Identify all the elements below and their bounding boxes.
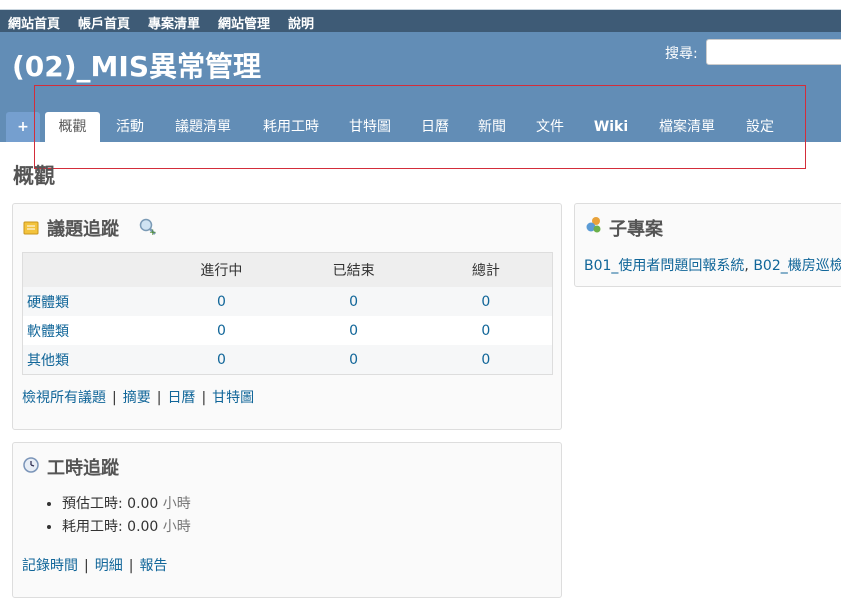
- closed-count-link[interactable]: 0: [349, 294, 358, 310]
- zoom-icon[interactable]: +: [138, 217, 158, 241]
- table-row: 其他類 0 0 0: [22, 345, 553, 375]
- total-count-link[interactable]: 0: [481, 323, 490, 339]
- tab-files[interactable]: 檔案清單: [652, 112, 722, 142]
- subprojects-title: 子專案: [609, 219, 663, 240]
- subprojects-box: 子專案 B01_使用者問題回報系統, B02_機房巡檢: [574, 203, 841, 287]
- tab-issues[interactable]: 議題清單: [168, 112, 238, 142]
- hours-unit: 小時: [162, 519, 191, 535]
- gantt-link[interactable]: 甘特圖: [212, 390, 254, 406]
- spent-time-value: 0.00: [127, 519, 159, 535]
- estimated-time-value: 0.00: [127, 496, 159, 512]
- subprojects-list: B01_使用者問題回報系統, B02_機房巡檢: [584, 255, 841, 275]
- top-menu-help[interactable]: 說明: [288, 13, 314, 32]
- top-menu-administration[interactable]: 網站管理: [218, 13, 270, 32]
- log-time-link[interactable]: 記錄時間: [22, 558, 78, 574]
- issue-links: 檢視所有議題 | 摘要 | 日曆 | 甘特圖: [22, 387, 254, 407]
- time-tracking-box: 工時追蹤 預估工時: 0.00 小時 耗用工時: 0.00 小時 記錄時間 | 明細…: [12, 442, 562, 598]
- column-header-closed: 已結束: [287, 252, 420, 287]
- separator: ,: [744, 258, 754, 274]
- closed-count-link[interactable]: 0: [349, 323, 358, 339]
- top-menu: 網站首頁 帳戶首頁 專案清單 網站管理 說明: [0, 10, 841, 32]
- tracker-link-software[interactable]: 軟體類: [27, 324, 69, 340]
- open-count-link[interactable]: 0: [217, 323, 226, 339]
- issue-tracking-title: 議題追蹤: [47, 219, 119, 240]
- issues-icon: [23, 220, 39, 240]
- subproject-link[interactable]: B02_機房巡檢: [753, 258, 841, 274]
- subproject-link[interactable]: B01_使用者問題回報系統: [584, 258, 744, 274]
- issue-tracking-box: 議題追蹤 + 進行中 已結束 總計 硬體類 0 0 0 軟體類 0 0 0 其他…: [12, 203, 562, 430]
- separator: |: [128, 558, 134, 574]
- time-summary-list: 預估工時: 0.00 小時 耗用工時: 0.00 小時: [22, 493, 191, 539]
- column-header-total: 總計: [419, 252, 553, 287]
- estimated-time-label: 預估工時:: [62, 496, 123, 512]
- separator: |: [112, 390, 117, 406]
- tab-calendar[interactable]: 日曆: [415, 112, 455, 142]
- issue-summary-table: 進行中 已結束 總計 硬體類 0 0 0 軟體類 0 0 0 其他類 0 0 0: [22, 252, 553, 375]
- list-item: 預估工時: 0.00 小時: [62, 493, 191, 516]
- top-menu-projects[interactable]: 專案清單: [148, 13, 200, 32]
- clock-icon: [23, 457, 39, 477]
- table-row: 硬體類 0 0 0: [22, 287, 553, 316]
- open-count-link[interactable]: 0: [217, 352, 226, 368]
- closed-count-link[interactable]: 0: [349, 352, 358, 368]
- search-input[interactable]: [706, 39, 841, 65]
- tab-settings[interactable]: 設定: [740, 112, 780, 142]
- column-header-open: 進行中: [155, 252, 288, 287]
- search-label: 搜尋:: [665, 46, 698, 62]
- tab-activity[interactable]: 活動: [110, 112, 150, 142]
- tracker-link-hardware[interactable]: 硬體類: [27, 295, 69, 311]
- top-menu-home[interactable]: 網站首頁: [8, 13, 60, 32]
- tab-spent-time[interactable]: 耗用工時: [256, 112, 326, 142]
- tab-wiki[interactable]: Wiki: [588, 112, 634, 142]
- page-title: 概觀: [13, 164, 55, 188]
- separator: |: [156, 390, 162, 406]
- tracker-link-other[interactable]: 其他類: [27, 353, 69, 369]
- calendar-link[interactable]: 日曆: [167, 390, 195, 406]
- column-header-tracker: [22, 252, 156, 287]
- time-tracking-title: 工時追蹤: [47, 458, 119, 479]
- total-count-link[interactable]: 0: [481, 294, 490, 310]
- details-link[interactable]: 明細: [95, 558, 123, 574]
- hours-unit: 小時: [162, 496, 191, 512]
- spent-time-label: 耗用工時:: [62, 519, 123, 535]
- separator: |: [201, 390, 207, 406]
- list-item: 耗用工時: 0.00 小時: [62, 516, 191, 539]
- tab-overview[interactable]: 概觀: [45, 112, 100, 142]
- view-all-issues-link[interactable]: 檢視所有議題: [22, 390, 106, 406]
- project-tabs: + 概觀 活動 議題清單 耗用工時 甘特圖 日曆 新聞 文件 Wiki 檔案清單…: [0, 112, 841, 142]
- project-title: (02)_MIS異常管理: [12, 50, 262, 83]
- new-object-button[interactable]: +: [6, 112, 40, 142]
- svg-text:+: +: [149, 228, 157, 237]
- time-links: 記錄時間 | 明細 | 報告: [22, 555, 167, 575]
- summary-link[interactable]: 摘要: [123, 390, 151, 406]
- tab-gantt[interactable]: 甘特圖: [343, 112, 397, 142]
- subprojects-icon: [585, 216, 603, 238]
- report-link[interactable]: 報告: [139, 558, 167, 574]
- open-count-link[interactable]: 0: [217, 294, 226, 310]
- browser-top-strip: [0, 0, 841, 10]
- tab-news[interactable]: 新聞: [472, 112, 512, 142]
- table-row: 軟體類 0 0 0: [22, 316, 553, 345]
- tab-documents[interactable]: 文件: [530, 112, 570, 142]
- separator: |: [84, 558, 89, 574]
- total-count-link[interactable]: 0: [481, 352, 490, 368]
- top-menu-my-page[interactable]: 帳戶首頁: [78, 13, 130, 32]
